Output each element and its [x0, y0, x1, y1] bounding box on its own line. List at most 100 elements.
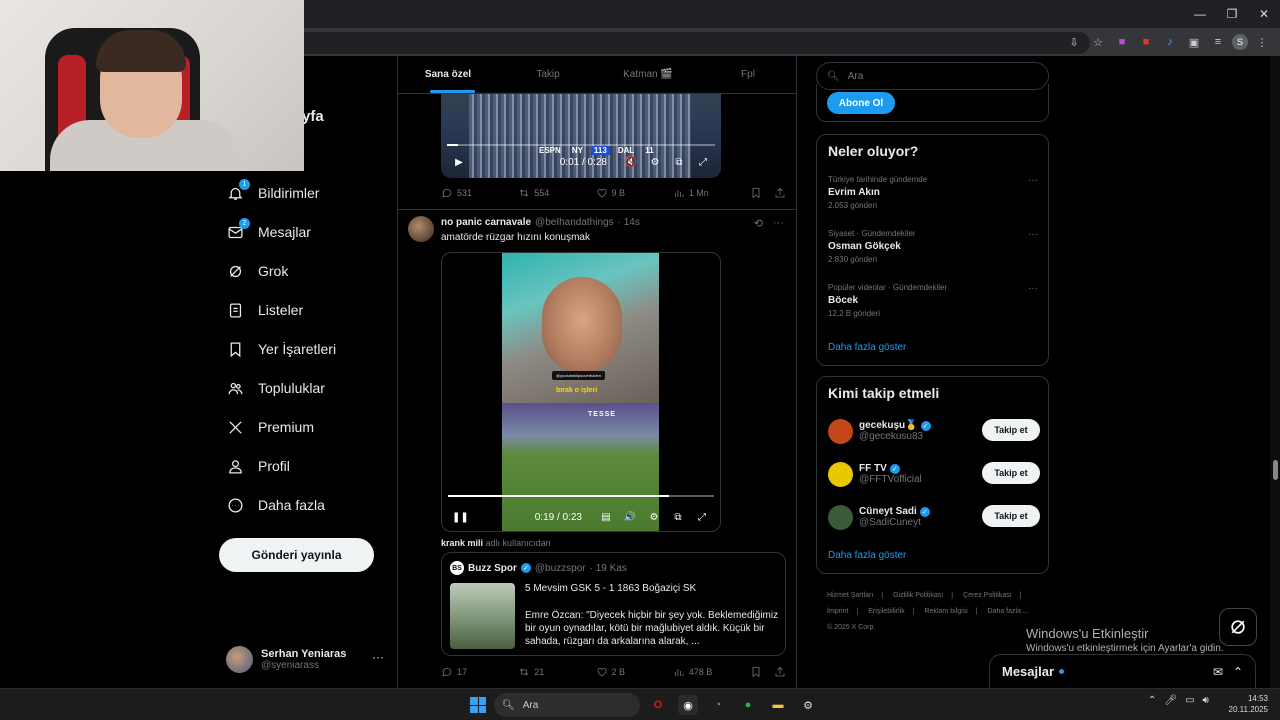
nav-item-lists[interactable]: Listeler [226, 295, 303, 325]
volume-icon[interactable]: 🔊 [622, 512, 638, 523]
install-app-icon[interactable]: ⇩ [1064, 32, 1084, 52]
search-input[interactable]: 🔍︎ Ara [816, 62, 1049, 90]
nav-item-grok[interactable]: Grok [226, 256, 288, 286]
share-icon[interactable] [774, 666, 786, 678]
pause-icon[interactable]: ❚❚ [452, 512, 469, 523]
account-switcher[interactable]: Serhan Yeniaras @syeniarass ··· [226, 644, 386, 674]
speaker-icon[interactable]: 🔊︎ [1203, 695, 1209, 706]
tweet-author-name[interactable]: no panic carnavale [441, 217, 531, 228]
follow-button[interactable]: Takip et [982, 505, 1040, 527]
trends-show-more[interactable]: Daha fazla göster [828, 342, 906, 353]
bookmark-icon[interactable] [750, 666, 762, 678]
footer-link[interactable]: Hizmet Şartları [827, 592, 873, 599]
follow-suggestion[interactable]: Cüneyt Sadi ✓ @SadiCuneyt Takip et [828, 501, 1040, 533]
minimize-button[interactable]: — [1184, 0, 1216, 28]
footer-link[interactable]: Gizlilik Politikası [893, 592, 943, 599]
chrome-icon[interactable]: ◉ [678, 695, 698, 715]
audio-extension-icon[interactable]: ♪ [1160, 32, 1180, 52]
grok-explain-icon[interactable]: ⟲ [754, 217, 763, 230]
microphone-icon[interactable]: 🎤︎ [1164, 695, 1177, 706]
taskbar-search[interactable]: 🔍︎ Ara [494, 693, 640, 717]
like-button[interactable]: 2 B [596, 666, 673, 678]
scrollbar-thumb[interactable] [1273, 460, 1278, 480]
fullscreen-icon[interactable]: ⤢ [694, 512, 710, 523]
mute-icon[interactable]: 🔇 [623, 157, 639, 168]
nav-item-messages[interactable]: 2 Mesajlar [226, 217, 311, 247]
trend-more-icon[interactable]: ··· [1028, 229, 1038, 240]
views-button[interactable]: 478 B [673, 666, 750, 678]
puzzle-icon[interactable]: ▣ [1184, 32, 1204, 52]
close-window-button[interactable]: ✕ [1248, 0, 1280, 28]
share-icon[interactable] [774, 187, 786, 199]
spotify-icon[interactable]: ● [738, 695, 758, 715]
post-button[interactable]: Gönderi yayınla [219, 538, 374, 572]
expand-icon[interactable]: ⌃ [1233, 665, 1243, 679]
taskbar-clock[interactable]: 14:53 20.11.2025 [1229, 693, 1268, 715]
video-player[interactable]: @youtubeklipsoverfulden bırak o işleri T… [441, 252, 721, 532]
maximize-button[interactable]: ❐ [1216, 0, 1248, 28]
opera-icon[interactable]: O [648, 695, 668, 715]
captions-icon[interactable]: ▤ [598, 512, 614, 523]
trend-item[interactable]: Popüler videolar · Gündemdekiler Böcek 1… [828, 283, 1038, 318]
avatar[interactable] [408, 216, 434, 242]
new-message-icon[interactable]: ✉ [1213, 665, 1223, 679]
play-icon[interactable]: ▶ [451, 157, 467, 168]
fullscreen-icon[interactable]: ⤢ [695, 157, 711, 168]
extension-icon[interactable]: ■ [1112, 32, 1132, 52]
pip-icon[interactable]: ⧉ [671, 157, 687, 168]
settings-icon[interactable]: ⚙ [647, 157, 663, 168]
nav-item-premium[interactable]: Premium [226, 412, 314, 442]
tweet-time[interactable]: · 14s [618, 217, 640, 228]
repost-button[interactable]: 21 [518, 666, 595, 678]
pip-icon[interactable]: ⧉ [670, 512, 686, 523]
discord-icon[interactable]: ◔ [708, 695, 728, 715]
follow-suggestion[interactable]: FF TV ✓ @FFTVofficial Takip et [828, 458, 1040, 490]
subscribe-button[interactable]: Abone Ol [827, 92, 895, 114]
tweet-more-icon[interactable]: ··· [773, 217, 784, 230]
windows-start-icon[interactable] [470, 697, 486, 713]
nav-item-bookmarks[interactable]: Yer İşaretleri [226, 334, 336, 364]
follow-button[interactable]: Takip et [982, 419, 1040, 441]
bookmark-icon[interactable] [750, 187, 762, 199]
trend-item[interactable]: Türkiye tarihinde gündemde Evrim Akın 2.… [828, 175, 1038, 210]
quoted-tweet[interactable]: BS Buzz Spor ✓ @buzzspor · 19 Kas 5 Mevs… [441, 552, 786, 656]
steam-icon[interactable]: ⚙ [798, 695, 818, 715]
tab-following[interactable]: Takip [498, 56, 598, 93]
nav-item-profile[interactable]: Profil [226, 451, 290, 481]
settings-icon[interactable]: ⚙ [646, 512, 662, 523]
page-scrollbar[interactable] [1270, 56, 1280, 688]
nav-item-home-partial[interactable]: yfa [302, 108, 324, 125]
trend-item[interactable]: Siyaset · Gündemdekiler Osman Gökçek 2.8… [828, 229, 1038, 264]
reply-button[interactable]: 17 [441, 666, 518, 678]
repost-button[interactable]: 554 [518, 187, 595, 199]
quote-attribution-user[interactable]: krank mili [441, 538, 483, 548]
nav-item-more[interactable]: Daha fazla [226, 490, 325, 520]
trend-more-icon[interactable]: ··· [1028, 175, 1038, 186]
nav-item-notifications[interactable]: 1 Bildirimler [226, 178, 319, 208]
file-explorer-icon[interactable]: ▬ [768, 695, 788, 715]
messages-drawer[interactable]: Mesajlar ✉ ⌃ [989, 654, 1256, 688]
like-button[interactable]: 9 B [596, 187, 673, 199]
nav-item-communities[interactable]: Topluluklar [226, 373, 325, 403]
video-player[interactable]: ESPN NY 113 DAL 11 ▶ 0:01 / 0:28 🔇 ⚙ ⧉ ⤢ [441, 92, 721, 178]
footer-link[interactable]: Reklam bilgisi [925, 608, 968, 615]
bookmark-star-icon[interactable]: ☆ [1088, 32, 1108, 52]
media-icon[interactable]: ≡ [1208, 32, 1228, 52]
follow-button[interactable]: Takip et [982, 462, 1040, 484]
tab-for-you[interactable]: Sana özel [398, 56, 498, 93]
footer-link[interactable]: İmprint [827, 608, 848, 615]
trend-more-icon[interactable]: ··· [1028, 283, 1038, 294]
browser-profile-avatar[interactable]: S [1232, 34, 1248, 50]
tray-expand-icon[interactable]: ⌃ [1148, 695, 1156, 706]
grok-floating-button[interactable] [1219, 608, 1257, 646]
video-progress-bar[interactable] [448, 495, 714, 497]
views-button[interactable]: 1 Mn [673, 187, 750, 199]
footer-link[interactable]: Çerez Politikası [963, 592, 1012, 599]
video-progress-bar[interactable] [447, 144, 715, 146]
footer-link[interactable]: Erişilebilirlik [868, 608, 905, 615]
footer-link[interactable]: Daha fazla ... [988, 608, 1029, 615]
follow-suggestion[interactable]: gecekuşu🥇 ✓ @gecekusu83 Takip et [828, 415, 1040, 447]
who-to-follow-show-more[interactable]: Daha fazla göster [828, 550, 906, 561]
account-more-icon[interactable]: ··· [372, 650, 384, 664]
adblock-icon[interactable]: ■ [1136, 32, 1156, 52]
